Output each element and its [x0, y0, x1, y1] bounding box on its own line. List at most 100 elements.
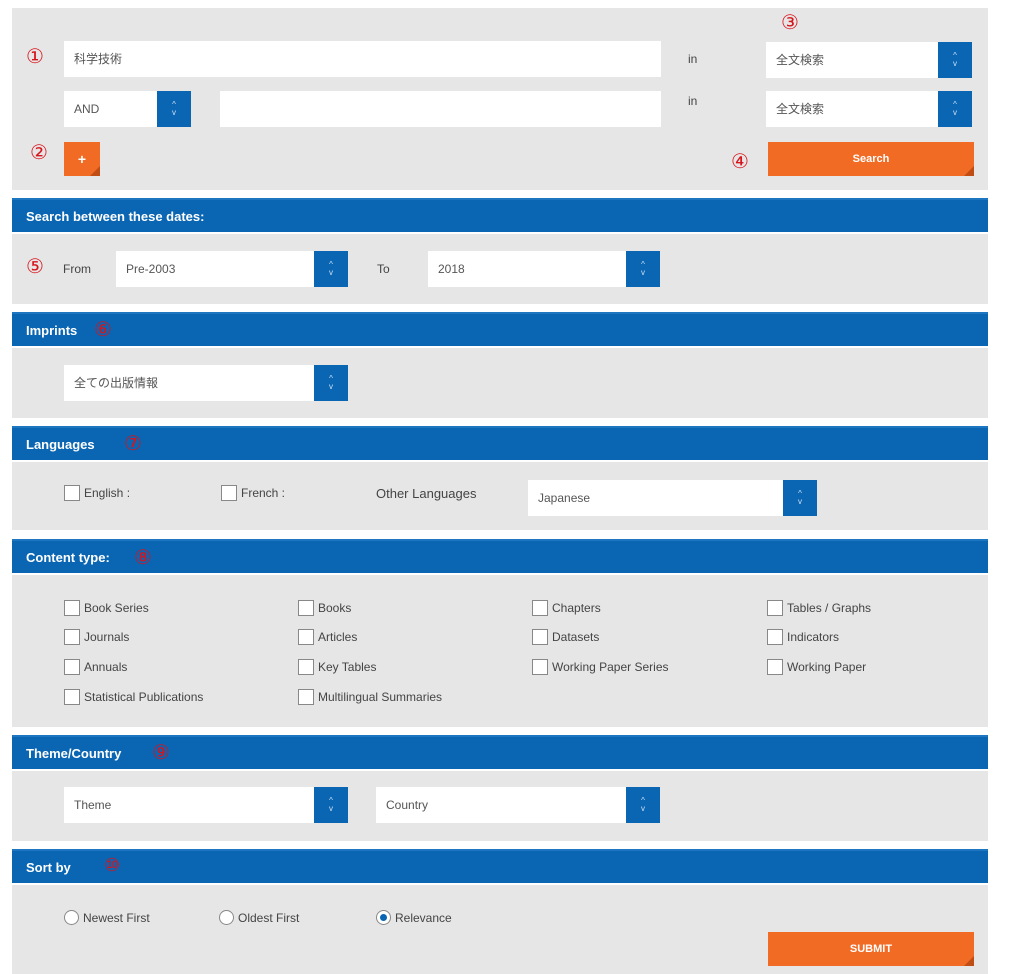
content-type-label: Annuals — [84, 660, 128, 674]
checkbox-box[interactable] — [298, 659, 314, 675]
radio-circle[interactable] — [219, 910, 234, 925]
in-label-1: in — [688, 52, 698, 66]
in-label-2: in — [688, 94, 698, 108]
scope-select-1[interactable]: 全文検索 ^ v — [766, 42, 972, 78]
content-type-checkbox[interactable]: Statistical Publications — [64, 689, 203, 705]
content-type-checkbox[interactable]: Indicators — [767, 629, 839, 645]
content-type-label: Book Series — [84, 601, 149, 615]
dates-header-label: Search between these dates: — [26, 209, 205, 224]
chevron-updown-icon: ^ v — [314, 251, 348, 287]
content-type-label: Key Tables — [318, 660, 377, 674]
sort-relevance-radio[interactable]: Relevance — [376, 910, 452, 925]
sort-oldest-label: Oldest First — [238, 910, 300, 925]
sort-newest-label: Newest First — [83, 910, 150, 925]
checkbox-box[interactable] — [64, 485, 80, 501]
content-type-checkbox[interactable]: Multilingual Summaries — [298, 689, 442, 705]
submit-button[interactable]: SUBMIT — [768, 932, 974, 966]
content-type-label: Books — [318, 601, 352, 615]
theme-select[interactable]: Theme ^ v — [64, 787, 348, 823]
chevron-updown-icon: ^ v — [314, 787, 348, 823]
to-label: To — [377, 262, 390, 276]
from-date-select[interactable]: Pre-2003 ^ v — [116, 251, 348, 287]
content-type-checkbox[interactable]: Working Paper Series — [532, 659, 669, 675]
languages-header: Languages — [12, 426, 988, 460]
other-languages-label: Other Languages — [376, 486, 477, 501]
chevron-updown-icon: ^ v — [783, 480, 817, 516]
checkbox-box[interactable] — [767, 600, 783, 616]
to-date-select[interactable]: 2018 ^ v — [428, 251, 660, 287]
english-checkbox[interactable]: English : — [64, 485, 130, 501]
checkbox-box[interactable] — [532, 600, 548, 616]
content-type-checkbox[interactable]: Journals — [64, 629, 129, 645]
marker-10: ⑩ — [104, 855, 121, 876]
content-type-label: Multilingual Summaries — [318, 690, 443, 704]
checkbox-box[interactable] — [64, 659, 80, 675]
radio-circle-selected[interactable] — [376, 910, 391, 925]
chevron-updown-icon: ^ v — [157, 91, 191, 127]
checkbox-box[interactable] — [298, 600, 314, 616]
from-label: From — [63, 262, 91, 276]
sort-newest-radio[interactable]: Newest First — [64, 910, 150, 925]
marker-8: ⑧ — [134, 545, 152, 569]
sort-oldest-radio[interactable]: Oldest First — [219, 910, 299, 925]
languages-header-label: Languages — [26, 437, 95, 452]
content-type-checkbox[interactable]: Tables / Graphs — [767, 600, 871, 616]
search-query-input[interactable]: 科学技術 — [64, 41, 661, 77]
country-select[interactable]: Country ^ v — [376, 787, 660, 823]
other-languages-select[interactable]: Japanese ^ v — [528, 480, 817, 516]
submit-button-label: SUBMIT — [849, 943, 893, 955]
checkbox-box[interactable] — [298, 629, 314, 645]
french-label: French : — [241, 486, 286, 500]
checkbox-box[interactable] — [767, 659, 783, 675]
content-type-label: Tables / Graphs — [787, 601, 872, 615]
marker-9: ⑨ — [152, 740, 170, 764]
content-type-checkbox[interactable]: Articles — [298, 629, 357, 645]
content-type-checkbox[interactable]: Book Series — [64, 600, 149, 616]
from-date-value: Pre-2003 — [126, 262, 176, 276]
content-type-checkbox[interactable]: Annuals — [64, 659, 127, 675]
checkbox-box[interactable] — [221, 485, 237, 501]
marker-3: ③ — [781, 10, 799, 34]
scope-select-2-value: 全文検索 — [776, 102, 825, 116]
content-type-checkbox[interactable]: Datasets — [532, 629, 599, 645]
chevron-updown-icon: ^ v — [626, 787, 660, 823]
marker-6: ⑥ — [94, 317, 112, 341]
french-checkbox[interactable]: French : — [221, 485, 285, 501]
checkbox-box[interactable] — [298, 689, 314, 705]
sort-by-header: Sort by — [12, 849, 988, 883]
chevron-updown-icon: ^ v — [938, 42, 972, 78]
content-type-label: Working Paper — [787, 660, 867, 674]
add-row-button[interactable]: + — [64, 142, 100, 176]
search-query-value: 科学技術 — [74, 52, 123, 66]
checkbox-box[interactable] — [532, 629, 548, 645]
content-type-checkbox[interactable]: Key Tables — [298, 659, 376, 675]
marker-1: ① — [26, 44, 44, 68]
imprints-select-value: 全ての出版情報 — [74, 376, 159, 390]
marker-2: ② — [30, 140, 48, 164]
content-type-label: Datasets — [552, 630, 600, 644]
english-label: English : — [84, 486, 131, 500]
checkbox-box[interactable] — [767, 629, 783, 645]
checkbox-box[interactable] — [64, 629, 80, 645]
checkbox-box[interactable] — [64, 600, 80, 616]
content-type-checkbox[interactable]: Books — [298, 600, 351, 616]
radio-circle[interactable] — [64, 910, 79, 925]
chevron-updown-icon: ^ v — [938, 91, 972, 127]
content-type-label: Working Paper Series — [552, 660, 669, 674]
country-select-value: Country — [386, 798, 429, 812]
content-type-checkbox[interactable]: Chapters — [532, 600, 601, 616]
content-type-checkbox[interactable]: Working Paper — [767, 659, 866, 675]
search-query-2-input[interactable] — [220, 91, 661, 127]
content-type-label: Chapters — [552, 601, 601, 615]
search-button-label: Search — [852, 153, 890, 165]
sort-by-header-label: Sort by — [26, 860, 71, 875]
marker-5: ⑤ — [26, 254, 44, 278]
imprints-select[interactable]: 全ての出版情報 ^ v — [64, 365, 348, 401]
scope-select-2[interactable]: 全文検索 ^ v — [766, 91, 972, 127]
operator-select[interactable]: AND ^ v — [64, 91, 191, 127]
search-button[interactable]: Search — [768, 142, 974, 176]
content-type-label: Indicators — [787, 630, 840, 644]
checkbox-box[interactable] — [532, 659, 548, 675]
checkbox-box[interactable] — [64, 689, 80, 705]
imprints-header: Imprints — [12, 312, 988, 346]
